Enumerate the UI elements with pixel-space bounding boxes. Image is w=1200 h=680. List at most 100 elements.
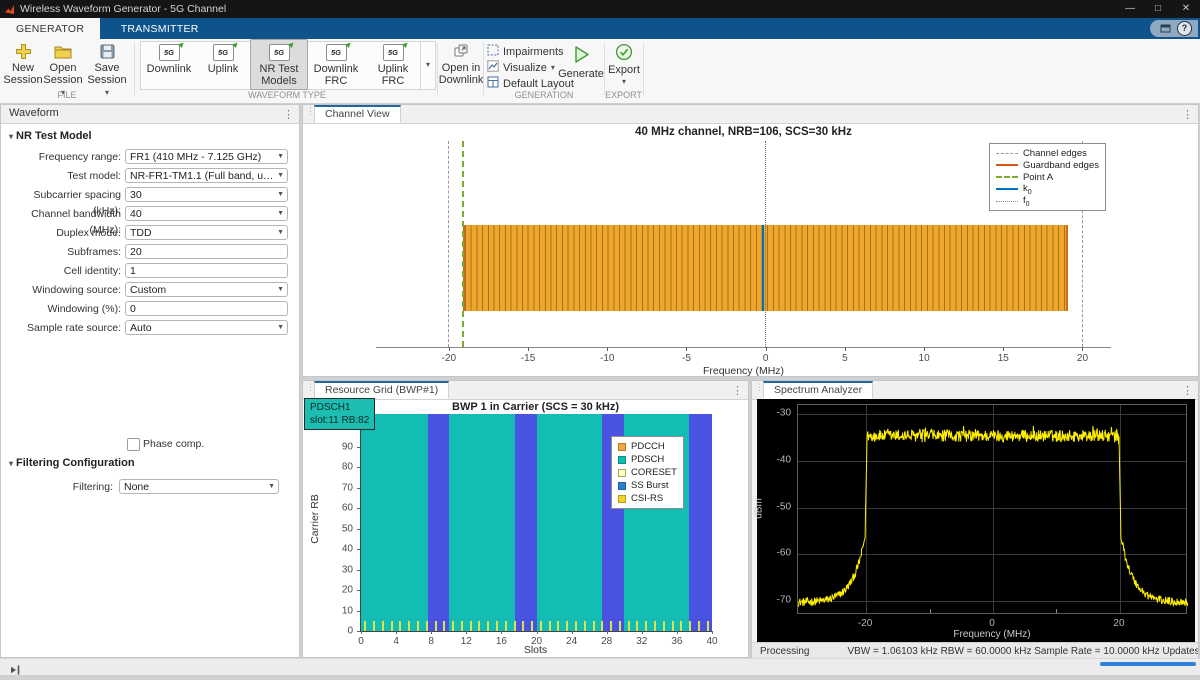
bottom-status-bar xyxy=(0,658,1200,675)
x-tick-mark xyxy=(845,347,846,351)
channel-view-title: 40 MHz channel, NRB=106, SCS=30 kHz xyxy=(376,126,1111,138)
close-button[interactable]: ✕ xyxy=(1172,0,1200,18)
coreset-tick xyxy=(487,621,489,631)
x-tick-label: 0 xyxy=(763,353,769,364)
field-label: Cell identity: xyxy=(3,263,121,279)
minimize-ribbon-icon[interactable] xyxy=(1160,24,1171,33)
filtering-select[interactable]: None▼ xyxy=(119,479,279,494)
x-tick-label: 10 xyxy=(919,353,930,364)
y-tick-label: 50 xyxy=(333,523,353,534)
x-tick-mark xyxy=(1003,347,1004,351)
coreset-tick xyxy=(470,621,472,631)
windowing-source-select[interactable]: Custom▼ xyxy=(125,282,288,297)
phase-comp-checkbox[interactable] xyxy=(127,438,140,451)
spectrum-analyzer-menu-icon[interactable]: ⋮ xyxy=(1182,384,1193,397)
chevron-down-icon: ▼ xyxy=(277,229,284,237)
subframes-field[interactable]: 20 xyxy=(125,244,288,259)
chevron-down-icon: ▼ xyxy=(277,172,284,180)
cell-identity-field[interactable]: 1 xyxy=(125,263,288,278)
help-button[interactable]: ? xyxy=(1177,21,1192,36)
legend-swatch xyxy=(618,495,626,503)
filtering-configuration-section-header[interactable]: ▾Filtering Configuration xyxy=(9,457,135,469)
chevron-down-icon: ▼ xyxy=(277,153,284,161)
field-label: Duplex mode: xyxy=(3,225,121,241)
channel-view-menu-icon[interactable]: ⋮ xyxy=(1182,108,1193,121)
section-divider xyxy=(604,43,605,95)
frequency-range-select[interactable]: FR1 (410 MHz - 7.125 GHz)▼ xyxy=(125,149,288,164)
generate-button[interactable]: Generate xyxy=(558,42,604,80)
field-row-5: Subframes:20 xyxy=(1,244,299,261)
legend-label: CORESET xyxy=(631,467,677,478)
waveform-type-uplink[interactable]: 5G▸Uplink xyxy=(196,39,250,90)
field-value: 40 xyxy=(130,208,142,220)
coreset-tick xyxy=(443,621,445,631)
minimize-button[interactable]: — xyxy=(1116,0,1144,18)
duplex-mode-select[interactable]: TDD▼ xyxy=(125,225,288,240)
subcarrier-spacing-khz-select[interactable]: 30▼ xyxy=(125,187,288,202)
resource-grid-tab[interactable]: Resource Grid (BWP#1) xyxy=(314,381,449,399)
generation-button-impairments[interactable]: Impairments xyxy=(487,44,564,59)
coreset-tick xyxy=(619,621,621,631)
field-label: Frequency range: xyxy=(3,149,121,165)
channel-edge-line xyxy=(448,141,449,347)
nr-test-model-section-header[interactable]: ▾NR Test Model xyxy=(9,130,92,142)
title-bar: Wireless Waveform Generator - 5G Channel… xyxy=(0,0,1200,18)
y-tick-label: 90 xyxy=(333,441,353,452)
channel-bandwidth-mhz-select[interactable]: 40▼ xyxy=(125,206,288,221)
field-row-2: Subcarrier spacing (kHz):30▼ xyxy=(1,187,299,204)
y-tick-mark xyxy=(357,570,360,571)
tab-transmitter[interactable]: TRANSMITTER xyxy=(105,18,215,39)
coreset-tick xyxy=(364,621,366,631)
generation-button-visualize[interactable]: Visualize▾ xyxy=(487,60,555,75)
green-arrow-icon: ▸ xyxy=(342,38,354,50)
waveform-type-downlink[interactable]: 5G▸DownlinkFRC xyxy=(308,39,364,90)
impairments-icon xyxy=(487,44,499,59)
field-value: 30 xyxy=(130,189,142,201)
field-row-7: Windowing source:Custom▼ xyxy=(1,282,299,299)
test-model-select[interactable]: NR-FR1-TM1.1 (Full band, uniform Q...▼ xyxy=(125,168,288,183)
waveform-panel-menu-icon[interactable]: ⋮ xyxy=(283,108,294,121)
waveform-type-nr-test[interactable]: 5G▸NR TestModels xyxy=(250,39,308,90)
gallery-dropdown-button[interactable]: ▾ xyxy=(420,41,436,90)
y-tick-label: 30 xyxy=(333,564,353,575)
spectrum-plot-area[interactable]: -30-40-50-60-70-20020Frequency (MHz)dBm xyxy=(757,399,1195,642)
legend-swatch xyxy=(618,443,626,451)
maximize-button[interactable]: □ xyxy=(1144,0,1172,18)
sample-rate-source-select[interactable]: Auto▼ xyxy=(125,320,288,335)
channel-view-panel: ⋮ Channel View ⋮ 40 MHz channel, NRB=106… xyxy=(302,104,1199,377)
x-tick-mark xyxy=(607,347,608,351)
generate-label: Generate xyxy=(558,68,604,80)
waveform-type-downlink[interactable]: 5G▸Downlink xyxy=(142,39,196,90)
spectrum-analyzer-tab[interactable]: Spectrum Analyzer xyxy=(763,381,873,399)
y-tick-label: 10 xyxy=(333,605,353,616)
coreset-tick xyxy=(654,621,656,631)
legend-label: Guardband edges xyxy=(1023,160,1099,171)
coreset-tick xyxy=(593,621,595,631)
legend-entry: Guardband edges xyxy=(996,159,1099,171)
channel-view-xlabel: Frequency (MHz) xyxy=(376,365,1111,377)
resource-grid-title: BWP 1 in Carrier (SCS = 30 kHz) xyxy=(360,401,711,413)
waveform-type-uplink-frc[interactable]: 5G▸Uplink FRC xyxy=(364,39,422,90)
gallery-item-label: Uplink FRC xyxy=(365,63,421,87)
resource-grid-ylabel: Carrier RB xyxy=(309,479,321,559)
tab-generator[interactable]: GENERATOR xyxy=(0,18,100,39)
gallery-item-label2: Models xyxy=(261,75,296,87)
export-caret: ▾ xyxy=(622,76,626,88)
channel-view-tab[interactable]: Channel View xyxy=(314,105,401,123)
file-button-new[interactable]: NewSession xyxy=(2,42,44,86)
button-label-line2: Session xyxy=(3,74,42,86)
5g-waveform-icon: 5G▸ xyxy=(159,44,180,61)
export-button[interactable]: Export ▾ xyxy=(606,42,642,88)
windowing-field[interactable]: 0 xyxy=(125,301,288,316)
collapse-panel-icon[interactable] xyxy=(10,662,20,680)
x-tick-mark xyxy=(396,631,397,634)
button-label-line1: Open xyxy=(50,62,77,74)
gallery-item-label2: FRC xyxy=(325,75,348,87)
resource-grid-menu-icon[interactable]: ⋮ xyxy=(732,384,743,397)
export-icon xyxy=(615,42,633,62)
y-tick-mark xyxy=(357,590,360,591)
coreset-tick xyxy=(505,621,507,631)
x-tick-label: -10 xyxy=(600,353,614,364)
coreset-tick xyxy=(531,621,533,631)
open-in-downlink-button[interactable]: Open in Downlink xyxy=(440,42,482,86)
